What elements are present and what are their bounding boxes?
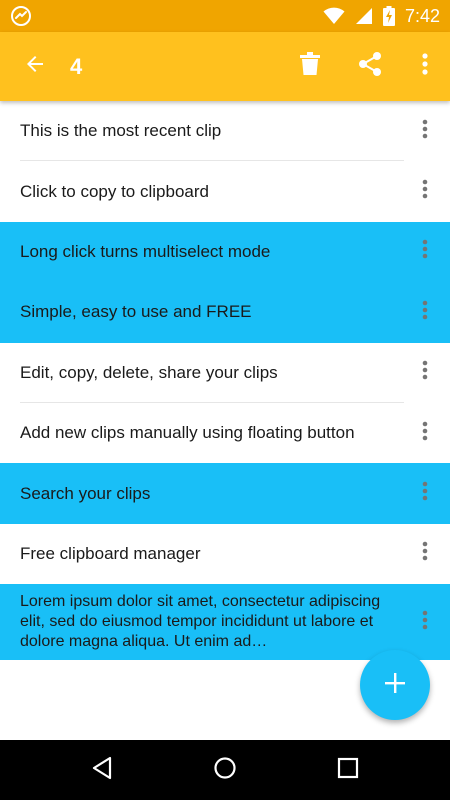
clip-text: Add new clips manually using floating bu… <box>20 423 355 443</box>
clip-row[interactable]: Edit, copy, delete, share your clips <box>0 342 450 403</box>
nav-recents-button[interactable] <box>318 740 378 800</box>
clip-menu-button[interactable] <box>400 222 450 282</box>
clip-menu-button[interactable] <box>400 463 450 523</box>
clip-menu-button[interactable] <box>400 101 450 161</box>
clip-row[interactable]: This is the most recent clip <box>0 101 450 162</box>
clip-text: Search your clips <box>20 483 151 503</box>
cellular-icon <box>355 7 373 25</box>
back-button[interactable] <box>0 32 70 101</box>
more-vert-icon <box>422 239 428 264</box>
more-vert-icon <box>422 421 428 446</box>
clip-text: Long click turns multiselect mode <box>20 241 271 261</box>
back-triangle-icon <box>91 756 113 785</box>
delete-button[interactable] <box>280 32 340 101</box>
clip-row[interactable]: Lorem ipsum dolor sit amet, consectetur … <box>0 584 450 661</box>
more-vert-icon <box>422 360 428 385</box>
clip-row[interactable]: Add new clips manually using floating bu… <box>0 402 450 464</box>
recents-square-icon <box>337 757 359 784</box>
clip-menu-button[interactable] <box>400 524 450 584</box>
status-time: 7:42 <box>404 5 440 26</box>
more-vert-icon <box>422 541 428 566</box>
more-vert-icon <box>422 179 428 204</box>
plus-icon <box>384 672 406 699</box>
nav-back-button[interactable] <box>72 740 132 800</box>
screen: 7:42 4 This is the most recent clip Clic… <box>0 0 450 800</box>
clip-text: Simple, easy to use and FREE <box>20 302 252 322</box>
arrow-back-icon <box>23 52 47 81</box>
battery-charging-icon <box>382 6 395 26</box>
share-icon <box>357 51 383 82</box>
more-vert-icon <box>422 300 428 325</box>
clip-row[interactable]: Click to copy to clipboard <box>0 161 450 222</box>
trash-icon <box>299 52 321 81</box>
clip-row[interactable]: Free clipboard manager <box>0 523 450 585</box>
clip-text: Lorem ipsum dolor sit amet, consectetur … <box>20 593 381 651</box>
more-vert-icon <box>422 610 428 635</box>
app-bar: 4 <box>0 32 450 101</box>
home-circle-icon <box>213 756 237 785</box>
clip-text: Free clipboard manager <box>20 543 201 563</box>
clip-row[interactable]: Long click turns multiselect mode <box>0 221 450 283</box>
clip-menu-button[interactable] <box>400 282 450 342</box>
nav-home-button[interactable] <box>195 740 255 800</box>
clip-text: Click to copy to clipboard <box>20 181 209 201</box>
more-vert-icon <box>422 119 428 144</box>
clip-menu-button[interactable] <box>400 161 450 221</box>
clip-menu-button[interactable] <box>400 403 450 463</box>
more-vert-icon <box>422 481 428 506</box>
clip-row[interactable]: Simple, easy to use and FREE <box>0 282 450 343</box>
overflow-menu-button[interactable] <box>400 32 450 101</box>
clip-row[interactable]: Search your clips <box>0 463 450 524</box>
share-button[interactable] <box>340 32 400 101</box>
selected-count: 4 <box>70 53 83 79</box>
status-bar: 7:42 <box>0 0 450 32</box>
navigation-bar <box>0 740 450 800</box>
wifi-icon <box>323 7 345 25</box>
clip-list: This is the most recent clip Click to co… <box>0 101 450 661</box>
clip-text: Edit, copy, delete, share your clips <box>20 362 278 382</box>
add-clip-fab[interactable] <box>360 650 430 720</box>
clip-text: This is the most recent clip <box>20 121 222 141</box>
more-vert-icon <box>422 53 428 80</box>
clip-menu-button[interactable] <box>400 584 450 660</box>
app-notification-icon <box>10 5 32 27</box>
clip-menu-button[interactable] <box>400 343 450 403</box>
